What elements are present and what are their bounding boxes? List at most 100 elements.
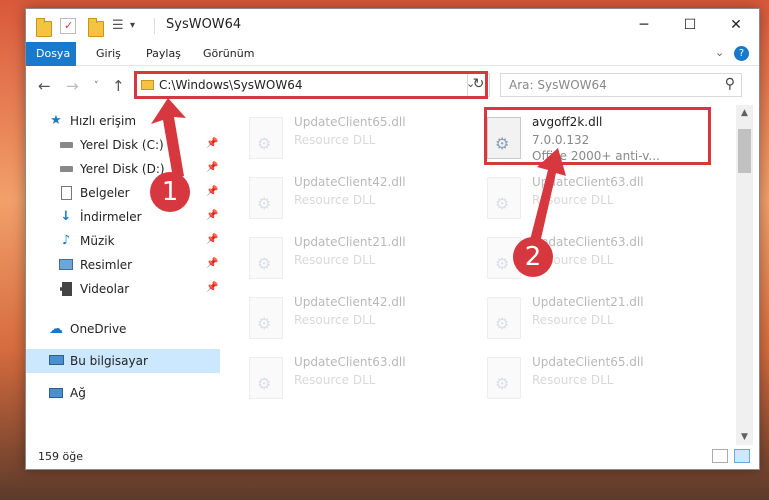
recent-locations-icon[interactable]: ˅ — [94, 81, 99, 91]
step-1-badge: 1 — [150, 172, 190, 212]
sidebar-item-quick-access[interactable]: ★ Hızlı erişim — [26, 109, 220, 133]
download-icon: ↓ — [60, 209, 72, 224]
new-folder-icon[interactable] — [88, 18, 104, 37]
list-item[interactable]: ⚙ UpdateClient21.dll Resource DLL — [460, 291, 690, 351]
sidebar-item-label: Yerel Disk (D:) — [80, 162, 165, 176]
tab-view[interactable]: Görünüm — [193, 42, 264, 66]
sidebar-item-label: Yerel Disk (C:) — [80, 138, 164, 152]
sidebar-item-local-disk-d[interactable]: Yerel Disk (D:) 📌 — [26, 157, 220, 181]
dll-file-icon: ⚙ — [487, 177, 521, 219]
dll-file-icon: ⚙ — [249, 297, 283, 339]
address-highlight-box — [134, 71, 488, 99]
folder-icon — [36, 18, 52, 37]
back-arrow-icon[interactable]: ← — [38, 77, 51, 95]
sidebar-item-label: Ağ — [70, 386, 86, 400]
close-button[interactable]: ✕ — [713, 9, 759, 41]
pin-icon[interactable]: 📌 — [206, 234, 218, 245]
file-name: UpdateClient42.dll — [294, 295, 406, 309]
file-description: Resource DLL — [532, 313, 614, 327]
pictures-icon — [58, 257, 74, 273]
status-bar: 159 öğe — [26, 445, 759, 469]
list-item[interactable]: ⚙ UpdateClient21.dll Resource DLL — [222, 231, 452, 291]
customize-toolbar-icon[interactable]: ☰ — [112, 19, 128, 35]
pin-icon[interactable]: 📌 — [206, 258, 218, 269]
cloud-icon: ☁ — [49, 321, 63, 337]
list-item[interactable]: ⚙ UpdateClient42.dll Resource DLL — [222, 291, 452, 351]
sidebar-item-onedrive[interactable]: ☁ OneDrive — [26, 317, 220, 341]
dll-file-icon: ⚙ — [487, 297, 521, 339]
tab-share[interactable]: Paylaş — [136, 42, 191, 66]
forward-arrow-icon[interactable]: → — [66, 77, 79, 95]
pin-icon[interactable]: 📌 — [206, 210, 218, 221]
document-icon — [58, 185, 74, 201]
title-separator — [154, 18, 155, 34]
pin-icon[interactable]: 📌 — [206, 138, 218, 149]
tab-file[interactable]: Dosya — [26, 42, 76, 66]
minimize-button[interactable]: ─ — [621, 9, 667, 41]
dll-file-icon: ⚙ — [487, 357, 521, 399]
sidebar-item-this-pc[interactable]: Bu bilgisayar — [26, 349, 220, 373]
pin-icon[interactable]: 📌 — [206, 162, 218, 173]
pin-icon[interactable]: 📌 — [206, 186, 218, 197]
sidebar-item-videos[interactable]: Videolar 📌 — [26, 277, 220, 301]
file-description: Resource DLL — [294, 313, 376, 327]
list-item[interactable]: ⚙ UpdateClient65.dll Resource DLL — [460, 351, 690, 411]
sidebar-item-label: Hızlı erişim — [70, 114, 137, 128]
sidebar-item-pictures[interactable]: Resimler 📌 — [26, 253, 220, 277]
sidebar-item-label: İndirmeler — [80, 210, 142, 224]
sidebar-item-label: Belgeler — [80, 186, 130, 200]
computer-icon — [48, 353, 64, 369]
list-item[interactable]: ⚙ UpdateClient63.dll Resource DLL — [222, 351, 452, 411]
search-icon[interactable]: ⚲ — [725, 76, 735, 92]
sidebar-item-label: OneDrive — [70, 322, 127, 336]
help-icon[interactable]: ? — [734, 46, 749, 61]
toolbar-dropdown-icon[interactable]: ▾ — [130, 19, 146, 35]
sidebar-item-documents[interactable]: Belgeler 📌 — [26, 181, 220, 205]
large-icons-view-icon[interactable] — [734, 449, 750, 463]
list-item[interactable]: ⚙ UpdateClient63.dll Resource DLL — [460, 231, 690, 291]
ribbon-tabs: Dosya Giriş Paylaş Görünüm ⌄ ? — [26, 42, 759, 66]
step-2-badge: 2 — [513, 237, 553, 277]
vertical-scrollbar[interactable]: ▲ ▼ — [736, 105, 753, 445]
sidebar-item-label: Müzik — [80, 234, 115, 248]
sidebar-item-music[interactable]: ♪ Müzik 📌 — [26, 229, 220, 253]
scroll-up-icon[interactable]: ▲ — [736, 105, 753, 121]
search-box[interactable]: ⚲ — [500, 73, 742, 97]
chevron-down-icon[interactable]: ⌄ — [715, 46, 724, 59]
file-name: UpdateClient21.dll — [294, 235, 406, 249]
list-item[interactable]: ⚙ UpdateClient63.dll Resource DLL — [460, 171, 690, 231]
maximize-button[interactable]: ☐ — [667, 9, 713, 41]
sidebar-item-label: Resimler — [80, 258, 133, 272]
video-icon — [58, 281, 74, 297]
list-item[interactable]: ⚙ UpdateClient42.dll Resource DLL — [222, 171, 452, 231]
search-input[interactable] — [509, 77, 709, 93]
file-name: UpdateClient65.dll — [294, 115, 406, 129]
sidebar-item-label: Bu bilgisayar — [70, 354, 148, 368]
scroll-down-icon[interactable]: ▼ — [736, 429, 753, 445]
tab-home[interactable]: Giriş — [86, 42, 131, 66]
file-description: Resource DLL — [532, 373, 614, 387]
sidebar-item-network[interactable]: Ağ — [26, 381, 220, 405]
file-name: UpdateClient65.dll — [532, 355, 644, 369]
properties-icon[interactable]: ✓ — [60, 18, 76, 34]
sidebar-item-label: Videolar — [80, 282, 130, 296]
navigation-pane: ★ Hızlı erişim Yerel Disk (C:) 📌 Yerel D… — [26, 105, 222, 445]
list-item[interactable]: ⚙ UpdateClient65.dll Resource DLL — [222, 111, 452, 171]
drive-icon — [58, 161, 74, 177]
sidebar-item-downloads[interactable]: ↓ İndirmeler 📌 — [26, 205, 220, 229]
title-bar: ✓ ☰ ▾ SysWOW64 ─ ☐ ✕ — [26, 9, 759, 42]
file-highlight-box — [484, 107, 711, 165]
dll-file-icon: ⚙ — [249, 177, 283, 219]
network-icon — [48, 385, 64, 401]
star-icon: ★ — [50, 113, 62, 128]
file-description: Resource DLL — [294, 373, 376, 387]
music-icon: ♪ — [61, 233, 71, 248]
up-arrow-icon[interactable]: ↑ — [112, 77, 125, 95]
dll-file-icon: ⚙ — [249, 237, 283, 279]
file-name: UpdateClient63.dll — [532, 175, 644, 189]
dll-file-icon: ⚙ — [249, 357, 283, 399]
sidebar-item-local-disk-c[interactable]: Yerel Disk (C:) 📌 — [26, 133, 220, 157]
details-view-icon[interactable] — [712, 449, 728, 463]
pin-icon[interactable]: 📌 — [206, 282, 218, 293]
scroll-thumb[interactable] — [738, 129, 751, 173]
